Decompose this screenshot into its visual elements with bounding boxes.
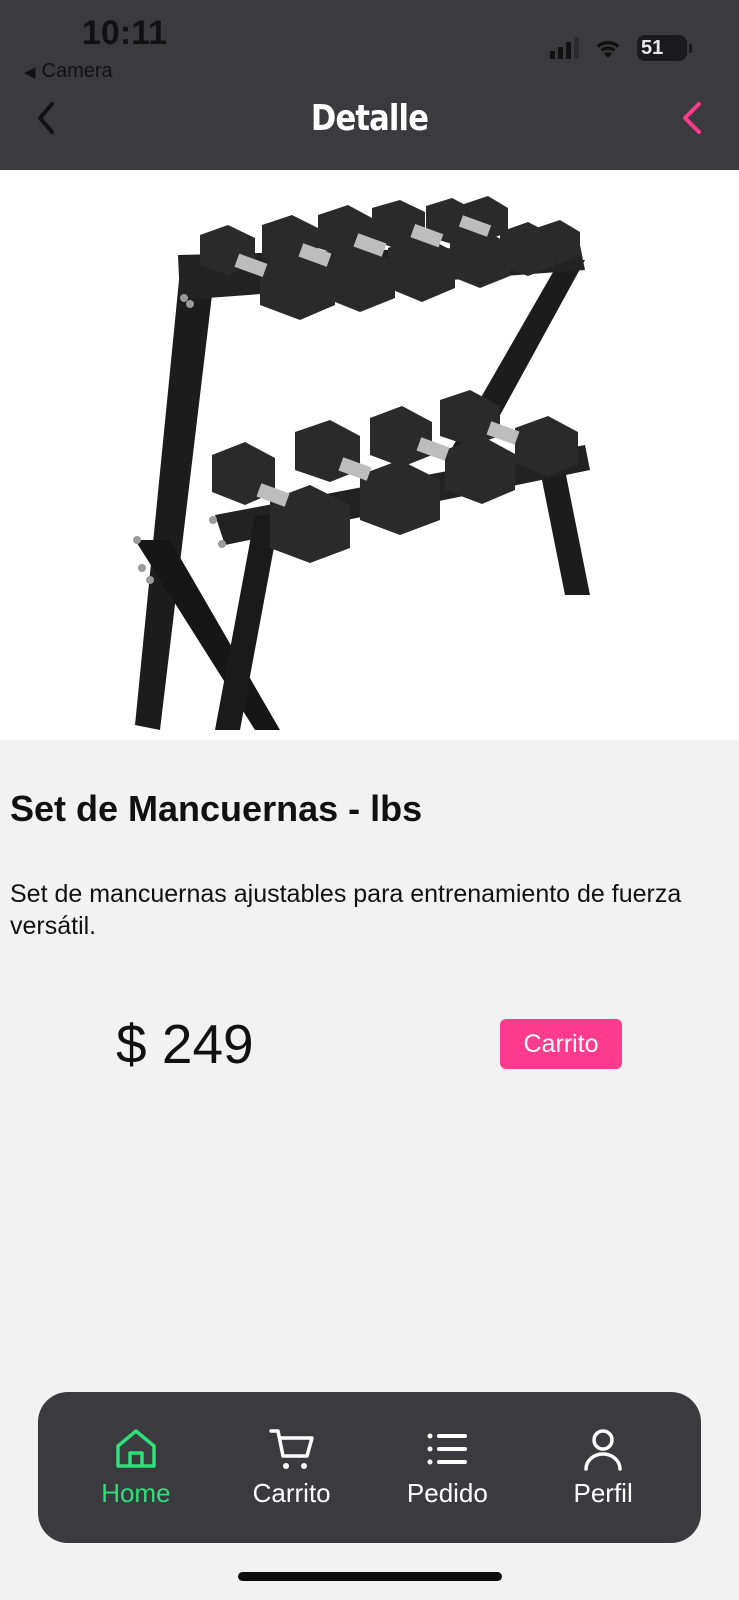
cart-icon [268,1429,314,1469]
tab-carrito[interactable]: Carrito [222,1426,362,1509]
back-triangle-icon: ◀ [24,63,36,81]
tab-pedido-label: Pedido [406,1478,488,1508]
cellular-signal-icon [550,37,579,59]
tab-perfil-label: Perfil [573,1478,633,1508]
product-price: $ 249 [116,1013,254,1075]
bottom-tab-bar: Home Carrito Pedido Perfil [38,1392,701,1543]
tab-pedido[interactable]: Pedido [377,1426,517,1509]
page-title: Detalle [310,98,429,139]
tab-carrito-label: Carrito [252,1478,331,1508]
battery-indicator: 51 [637,35,692,61]
product-description: Set de mancuernas ajustables para entren… [10,880,682,940]
tab-perfil[interactable]: Perfil [533,1426,673,1509]
add-to-cart-button[interactable]: Carrito [500,1019,622,1069]
dumbbell-rack-image [133,196,590,730]
home-indicator[interactable] [238,1572,502,1581]
product-detail-screen: 10:11 ◀ Camera 51 Detalle Set de Mancuer… [0,0,739,1600]
status-time: 10:11 [82,14,168,52]
pink-back-chevron-icon[interactable] [673,98,713,138]
user-icon [584,1429,622,1471]
list-icon [427,1433,468,1465]
tab-home[interactable]: Home [66,1426,206,1509]
back-app-label: Camera [41,60,113,82]
battery-level: 51 [641,36,664,59]
product-name: Set de Mancuernas - lbs [10,788,423,829]
top-bar: 10:11 ◀ Camera 51 Detalle [0,0,739,170]
home-icon [116,1429,156,1468]
tab-home-label: Home [101,1478,171,1508]
back-to-app-link[interactable]: ◀ Camera [24,60,113,83]
wifi-icon [596,41,620,58]
product-image [0,170,739,740]
status-icons: 51 [550,34,692,62]
